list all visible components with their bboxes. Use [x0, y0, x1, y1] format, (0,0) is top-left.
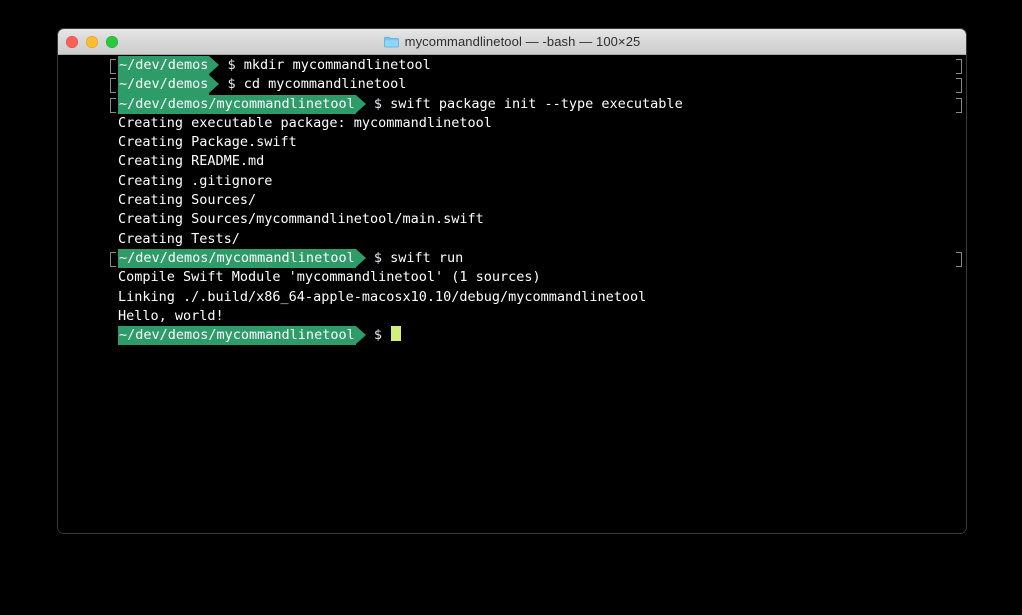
terminal-prompt-line: ~/dev/demos/mycommandlinetool $	[58, 326, 966, 346]
terminal-output-line: Creating README.md	[58, 152, 966, 171]
terminal-output-text: Creating executable package: mycommandli…	[118, 114, 492, 131]
minimize-button[interactable]	[86, 35, 98, 48]
close-button[interactable]	[66, 35, 78, 48]
folder-icon	[383, 36, 399, 47]
prompt-path-segment: ~/dev/demos/mycommandlinetool	[118, 248, 366, 269]
terminal-output-line: Creating Tests/	[58, 230, 966, 249]
terminal-window[interactable]: mycommandlinetool — -bash — 100×25 ~/dev…	[58, 29, 966, 533]
terminal-body[interactable]: ~/dev/demos $ mkdir mycommandlinetool ~/d…	[58, 55, 966, 533]
title-bar[interactable]: mycommandlinetool — -bash — 100×25	[58, 29, 966, 55]
prompt-mark-left	[110, 251, 116, 267]
terminal-output-line: Linking ./.build/x86_64-apple-macosx10.1…	[58, 288, 966, 307]
prompt-mark-right	[956, 97, 962, 113]
terminal-cursor	[391, 326, 401, 342]
traffic-lights	[66, 29, 118, 54]
prompt-mark-right	[956, 59, 962, 74]
prompt-dollar-sigil: $	[365, 249, 391, 266]
title-group: mycommandlinetool — -bash — 100×25	[383, 34, 641, 49]
prompt-path-segment: ~/dev/demos/mycommandlinetool	[118, 94, 366, 114]
terminal-output-text: Linking ./.build/x86_64-apple-macosx10.1…	[118, 288, 647, 305]
terminal-output-text: Creating Tests/	[118, 230, 240, 247]
terminal-output-text: Hello, world!	[118, 307, 224, 324]
terminal-output-text: Creating README.md	[118, 153, 265, 170]
prompt-mark-right	[956, 78, 962, 94]
terminal-output-line: Compile Swift Module 'mycommandlinetool'…	[58, 268, 966, 287]
terminal-output-line: Hello, world!	[58, 307, 966, 326]
terminal-output-line: Creating Sources/	[58, 191, 966, 210]
terminal-output-line: Creating Sources/mycommandlinetool/main.…	[58, 210, 966, 229]
terminal-command-text: swift run	[390, 249, 464, 266]
terminal-command-text: cd mycommandlinetool	[243, 76, 407, 93]
maximize-button[interactable]	[106, 35, 118, 48]
terminal-command-text: mkdir mycommandlinetool	[243, 57, 431, 73]
terminal-output-text: Creating .gitignore	[118, 172, 273, 189]
terminal-output-text: Creating Sources/mycommandlinetool/main.…	[118, 211, 484, 228]
prompt-path-segment: ~/dev/demos	[118, 56, 220, 76]
prompt-mark-right	[956, 251, 962, 267]
prompt-dollar-sigil: $	[365, 327, 391, 344]
terminal-output-text: Creating Sources/	[118, 192, 257, 209]
terminal-screen[interactable]: ~/dev/demos $ mkdir mycommandlinetool ~/d…	[58, 56, 966, 346]
terminal-output-line: Creating Package.swift	[58, 133, 966, 152]
terminal-prompt-line: ~/dev/demos $ cd mycommandlinetool	[58, 75, 966, 95]
prompt-path-segment: ~/dev/demos	[118, 75, 220, 95]
window-title: mycommandlinetool — -bash — 100×25	[404, 34, 641, 49]
terminal-prompt-line: ~/dev/demos/mycommandlinetool $ swift pa…	[58, 94, 966, 114]
terminal-prompt-line: ~/dev/demos/mycommandlinetool $ swift ru…	[58, 248, 966, 269]
terminal-output-line: Creating .gitignore	[58, 172, 966, 191]
prompt-mark-left	[110, 59, 116, 74]
prompt-path-segment: ~/dev/demos/mycommandlinetool	[118, 326, 366, 346]
terminal-output-line: Creating executable package: mycommandli…	[58, 114, 966, 133]
prompt-mark-left	[110, 78, 116, 94]
terminal-prompt-line: ~/dev/demos $ mkdir mycommandlinetool	[58, 56, 966, 76]
prompt-dollar-sigil: $	[365, 95, 391, 112]
terminal-output-text: Compile Swift Module 'mycommandlinetool'…	[118, 269, 541, 286]
prompt-mark-left	[110, 97, 116, 113]
terminal-command-text: swift package init --type executable	[390, 95, 683, 112]
terminal-output-text: Creating Package.swift	[118, 134, 297, 151]
prompt-dollar-sigil: $	[219, 57, 244, 73]
prompt-dollar-sigil: $	[219, 76, 244, 93]
